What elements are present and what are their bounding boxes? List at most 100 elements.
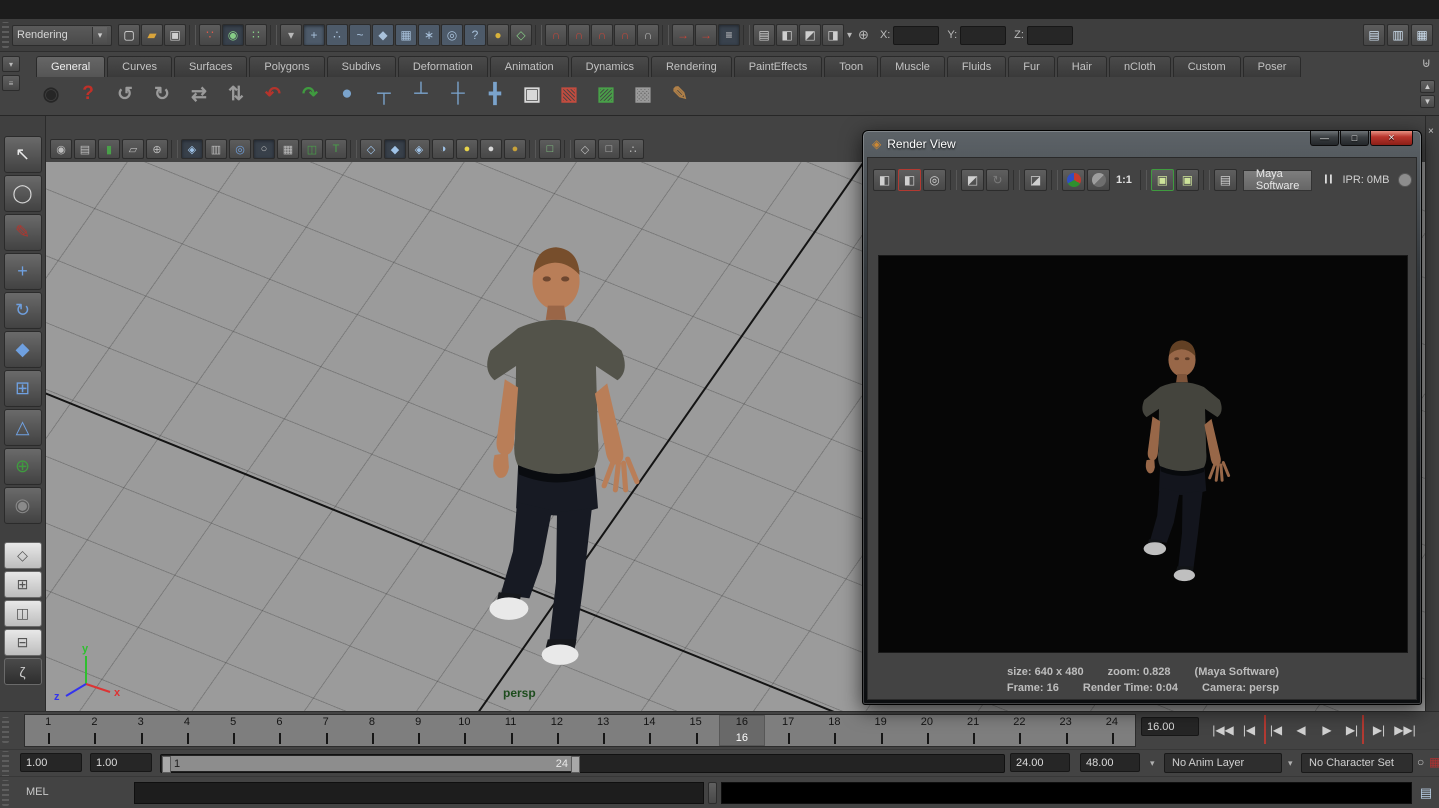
timeline-frame[interactable]: 6 <box>256 715 302 746</box>
textured-mode-icon[interactable]: ◈ <box>408 139 430 159</box>
z-coord-input[interactable] <box>1027 26 1073 45</box>
construction-history-icon[interactable]: ≡ <box>718 24 740 46</box>
current-time-input[interactable] <box>1141 717 1199 736</box>
select-camera-icon[interactable]: ◉ <box>50 139 72 159</box>
chevron-down-icon[interactable]: ▾ <box>1288 758 1293 769</box>
shelf-tab-painteffects[interactable]: PaintEffects <box>734 56 823 77</box>
ipr-render-icon[interactable]: ◩ <box>799 24 821 46</box>
unparent-icon[interactable]: ╋ <box>480 79 510 109</box>
camera-dolly-icon[interactable]: ⇅ <box>221 79 251 109</box>
renderer-selector[interactable]: Maya Software <box>1243 170 1312 191</box>
select-object-icon[interactable]: ◉ <box>222 24 244 46</box>
status-icon[interactable] <box>535 25 542 45</box>
shelf-scroll-up-icon[interactable]: ▲ <box>1420 80 1435 93</box>
move-tool[interactable]: + <box>4 253 42 290</box>
close-icon[interactable]: × <box>1428 126 1434 137</box>
timeline-grip[interactable] <box>2 717 9 743</box>
snap-to-view-planes-icon[interactable]: ∩ <box>614 24 636 46</box>
shelf-tab-custom[interactable]: Custom <box>1173 56 1241 77</box>
timeline-frame[interactable]: 24 <box>1089 715 1135 746</box>
redo-previous-render-icon[interactable]: ◧ <box>898 169 921 191</box>
delete-icon[interactable]: ● <box>332 79 362 109</box>
timeline-frame[interactable]: 4 <box>164 715 210 746</box>
mask-rendering-icon[interactable]: ◎ <box>441 24 463 46</box>
universal-manipulator-tool[interactable]: ⊞ <box>4 370 42 407</box>
render-view-toolbar-icon[interactable] <box>1051 170 1058 190</box>
snap-mode-menu-icon[interactable]: ▾ <box>280 24 302 46</box>
chevron-down-icon[interactable]: ▾ <box>847 30 852 41</box>
shelf-tab-dynamics[interactable]: Dynamics <box>571 56 649 77</box>
timeline-frame[interactable]: 11 <box>488 715 534 746</box>
render-view-toolbar-icon[interactable] <box>1140 170 1147 190</box>
select-object-shelf-icon[interactable]: ▧ <box>554 79 584 109</box>
shelf-tab-animation[interactable]: Animation <box>490 56 569 77</box>
render-view-toolbar-icon[interactable] <box>1203 170 1210 190</box>
shaded-mode-icon[interactable]: ◆ <box>384 139 406 159</box>
mask-surfaces-icon[interactable]: ◆ <box>372 24 394 46</box>
camera-tumble-icon[interactable]: ↺ <box>110 79 140 109</box>
textured-lights-icon[interactable]: ◑ <box>432 139 454 159</box>
open-scene-icon[interactable]: ▰ <box>141 24 163 46</box>
shelf-tab-surfaces[interactable]: Surfaces <box>174 56 247 77</box>
channel-box-icon[interactable]: ▦ <box>1411 24 1433 46</box>
open-render-settings-icon[interactable]: ▤ <box>1214 169 1237 191</box>
viewport-toolbar-icon[interactable] <box>350 140 357 158</box>
status-icon[interactable] <box>662 25 669 45</box>
trash-icon[interactable]: ⊎ <box>1421 55 1431 71</box>
select-surface-shelf-icon[interactable]: ▨ <box>591 79 621 109</box>
step-back-frame-button[interactable]: |◀ <box>1238 715 1260 744</box>
timeline-frame[interactable]: 1 <box>25 715 71 746</box>
tool-settings-icon[interactable]: ▥ <box>1387 24 1409 46</box>
shelf-tab-toon[interactable]: Toon <box>824 56 878 77</box>
playblast-icon[interactable]: ◉ <box>36 79 66 109</box>
cancel-render-icon[interactable] <box>1398 173 1412 187</box>
grid-toggle-icon[interactable]: ◈ <box>181 139 203 159</box>
shelf-menu-icon[interactable]: ≡ <box>2 75 20 91</box>
ipr-render-icon[interactable]: ◩ <box>961 169 984 191</box>
isolate-select-icon[interactable]: □ <box>539 139 561 159</box>
command-input[interactable] <box>134 782 704 804</box>
rgb-channels-icon[interactable] <box>1062 169 1085 191</box>
shelf-tab-polygons[interactable]: Polygons <box>249 56 324 77</box>
undo-icon[interactable]: ↶ <box>258 79 288 109</box>
range-grip[interactable] <box>2 751 9 777</box>
select-tool[interactable]: ↖ <box>4 136 42 173</box>
redo-icon[interactable]: ↷ <box>295 79 325 109</box>
timeline-frame[interactable]: 8 <box>349 715 395 746</box>
make-live-icon[interactable]: ∩ <box>637 24 659 46</box>
mask-dynamics-icon[interactable]: ∗ <box>418 24 440 46</box>
timeline-frame[interactable]: 9 <box>395 715 441 746</box>
shelf-tab-muscle[interactable]: Muscle <box>880 56 945 77</box>
shelf-tab-curves[interactable]: Curves <box>107 56 172 77</box>
shelf-tab-deformation[interactable]: Deformation <box>398 56 488 77</box>
resolution-gate-icon[interactable]: ◎ <box>229 139 251 159</box>
scale-tool[interactable]: ◆ <box>4 331 42 368</box>
auto-keyframe-icon[interactable]: ▦ <box>1429 755 1439 769</box>
timeline-frame[interactable]: 15 <box>673 715 719 746</box>
parent-icon[interactable]: ┼ <box>443 79 473 109</box>
rv-menu-help[interactable] <box>980 162 996 164</box>
range-slider-track[interactable]: 1 24 <box>160 754 1005 773</box>
rv-menu-render[interactable] <box>908 162 924 164</box>
animation-start-input[interactable] <box>20 753 82 772</box>
attribute-editor-icon[interactable]: ▤ <box>1363 24 1385 46</box>
snap-to-grids-icon[interactable]: ∩ <box>545 24 567 46</box>
rv-menu-options[interactable] <box>944 162 960 164</box>
timeline-frame[interactable]: 20 <box>904 715 950 746</box>
timeline-frame[interactable]: 17 <box>765 715 811 746</box>
select-hierarchy-icon[interactable]: ∵ <box>199 24 221 46</box>
script-editor-icon[interactable]: ▤ <box>1416 782 1436 804</box>
timeline-frame[interactable]: 10 <box>441 715 487 746</box>
gate-mask-icon[interactable]: ○ <box>253 139 275 159</box>
node-connections-icon[interactable]: ∴ <box>622 139 644 159</box>
status-icon[interactable] <box>270 25 277 45</box>
layout-single-pane[interactable]: ◇ <box>4 542 42 569</box>
mask-deformations-icon[interactable]: ▦ <box>395 24 417 46</box>
lasso-select-tool[interactable]: ◯ <box>4 175 42 212</box>
rv-menu-view[interactable] <box>890 162 906 164</box>
timeline-frame[interactable]: 5 <box>210 715 256 746</box>
shelf-tab-subdivs[interactable]: Subdivs <box>327 56 396 77</box>
shelf-tab-ncloth[interactable]: nCloth <box>1109 56 1171 77</box>
show-manipulator-tool[interactable]: ⊕ <box>4 448 42 485</box>
timeline-frame[interactable]: 23 <box>1043 715 1089 746</box>
